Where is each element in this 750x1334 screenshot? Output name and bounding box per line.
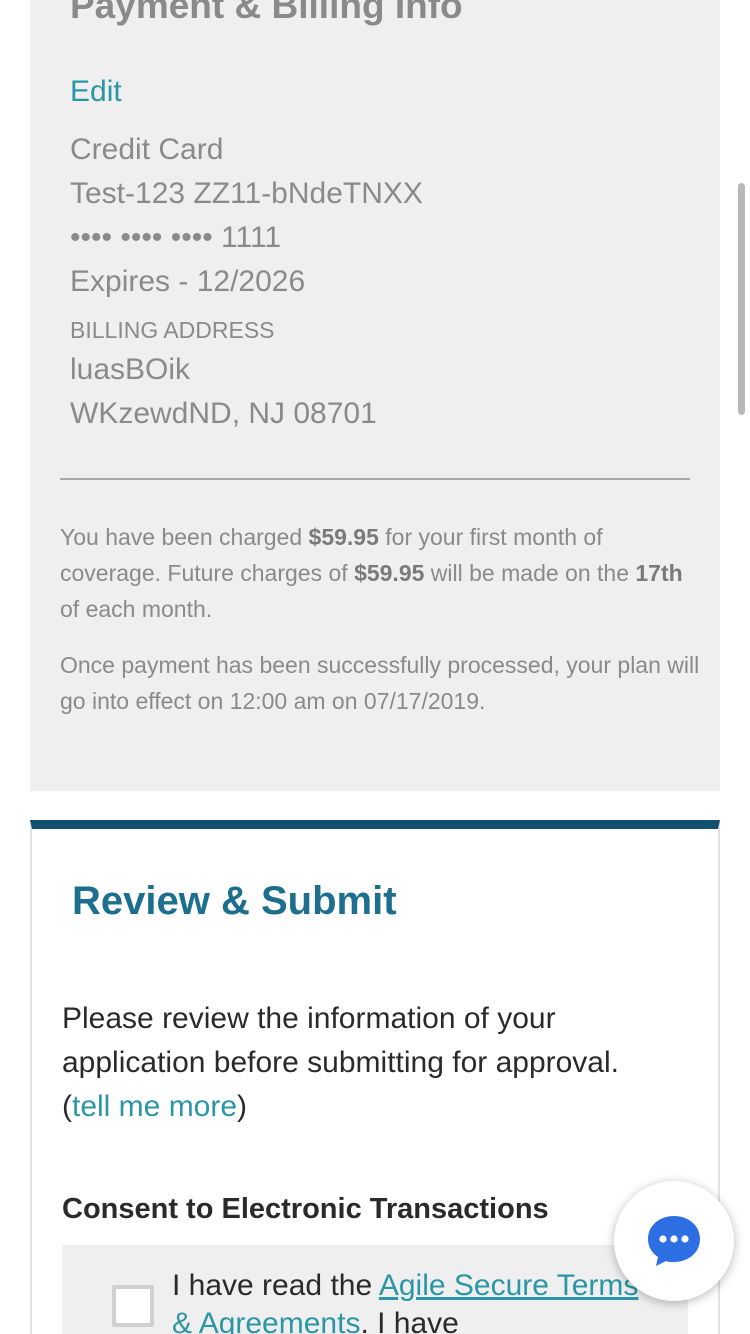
charge-summary: You have been charged $59.95 for your fi… [60,519,700,627]
consent-checkbox[interactable] [112,1285,154,1327]
card-name: Test-123 ZZ11-bNdeTNXX [70,177,423,210]
scrollbar[interactable] [738,183,745,415]
billing-info-title: Payment & Billing Info [70,0,463,26]
consent-text: I have read the Agile Secure Terms & Agr… [172,1267,642,1334]
close-paren: ) [237,1090,248,1123]
charge-mid-2: will be made on the [424,560,636,586]
card-expiration: Expires - 12/2026 [70,265,306,298]
first-charge-amount: $59.95 [308,524,379,550]
charge-end: of each month. [60,596,213,622]
address-line-1: luasBOik [70,353,191,386]
plan-effective-text: Once payment has been successfully proce… [60,652,700,714]
consent-box: I have read the Agile Secure Terms & Agr… [62,1245,688,1334]
divider [60,478,690,480]
card-number-masked: •••• •••• •••• 1111 [70,221,282,254]
tell-me-more-link[interactable]: tell me more [72,1090,237,1123]
edit-billing-link[interactable]: Edit [70,74,122,110]
open-paren: ( [62,1090,72,1123]
page: Payment & Billing Info Edit Credit Card … [0,0,750,1334]
consent-prefix: I have read the [172,1269,379,1302]
chat-bubble-icon [648,1216,700,1266]
chat-button[interactable] [614,1181,734,1301]
charge-day: 17th [635,560,683,586]
review-submit-title: Review & Submit [72,879,397,923]
billing-info-card: Payment & Billing Info Edit Credit Card … [30,0,720,791]
address-line-2: WKzewdND, NJ 08701 [70,397,377,430]
consent-suffix: . I have [360,1307,459,1334]
payment-method: Credit Card [70,133,224,166]
charge-intro: You have been charged [60,524,309,550]
consent-heading: Consent to Electronic Transactions [62,1193,549,1225]
review-intro-text: Please review the information of your ap… [62,1002,619,1079]
review-instructions: Please review the information of your ap… [62,997,682,1129]
billing-address-label: BILLING ADDRESS [70,317,275,343]
future-charge-amount: $59.95 [354,560,425,586]
